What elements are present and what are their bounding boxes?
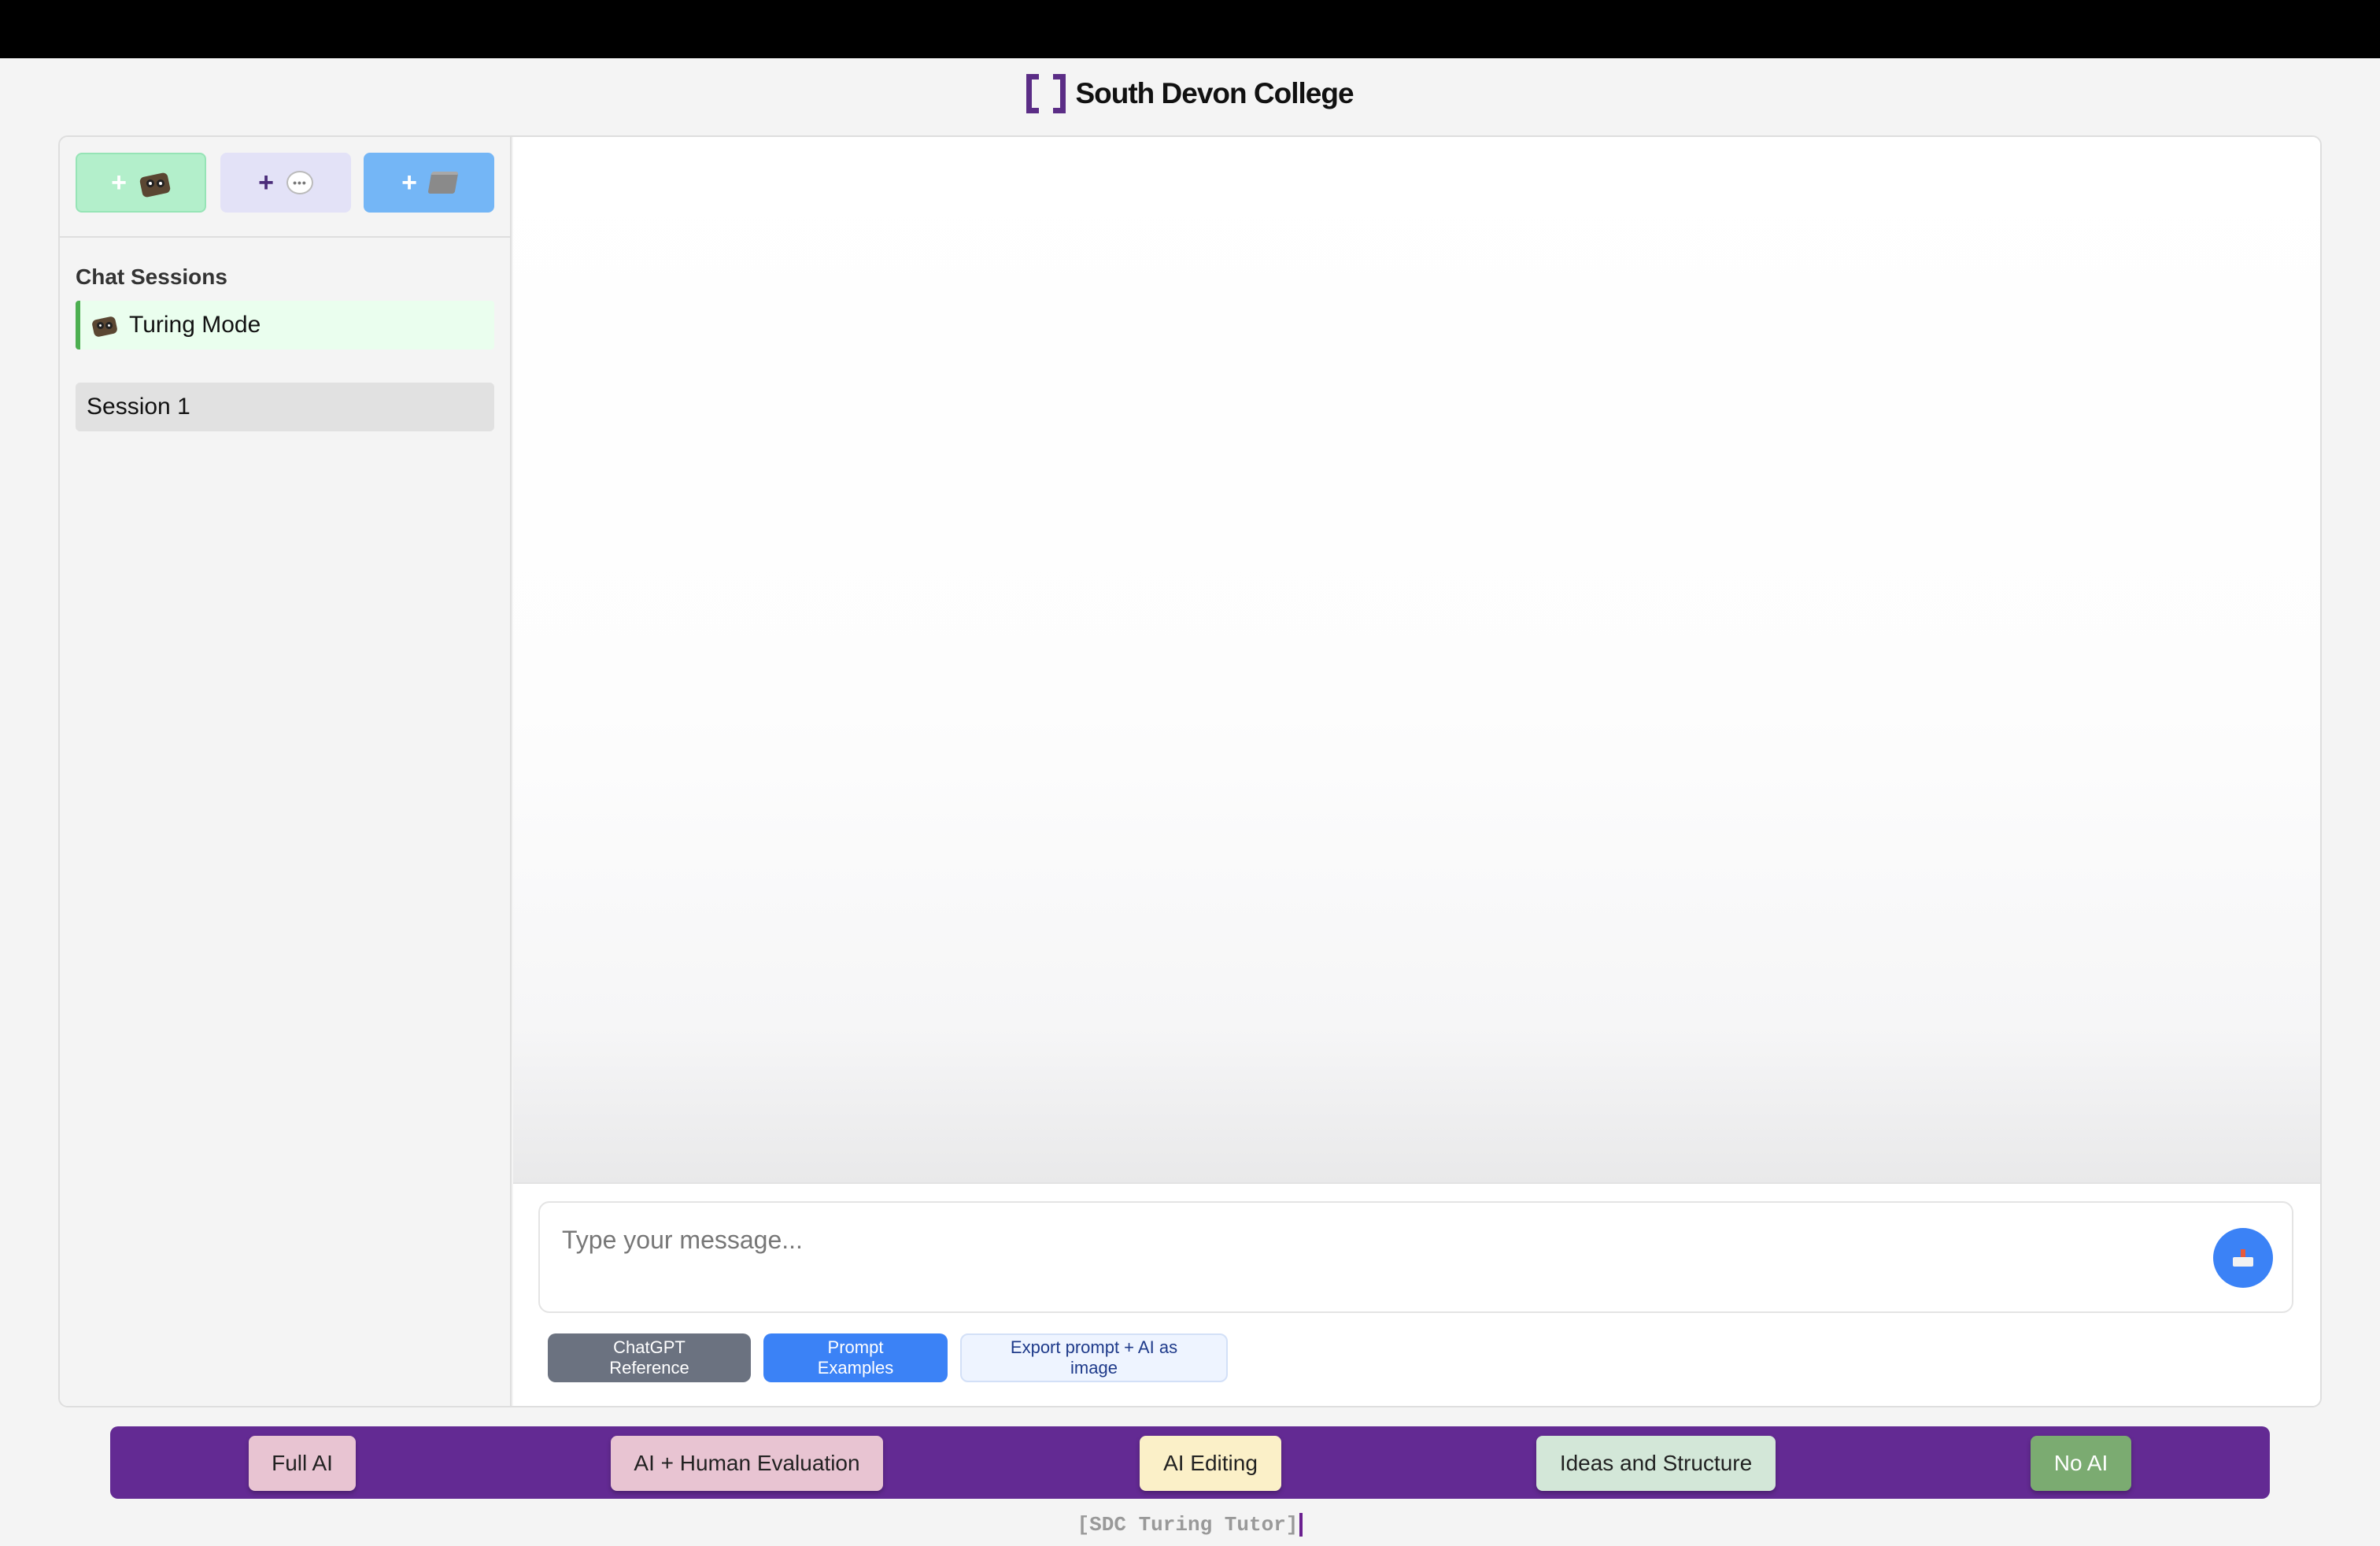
footer-text: [SDC Turing Tutor] [1077,1513,1299,1537]
mode-no-ai-button[interactable]: No AI [2031,1436,2131,1491]
app-container: + + ••• + Chat Sessions Turing Mode Sess… [58,135,2322,1407]
brand-name: South Devon College [1075,77,1354,109]
chat-sessions-heading: Chat Sessions [76,264,227,289]
footer: [SDC Turing Tutor] [0,1513,2380,1537]
college-logo-icon [1026,74,1066,113]
message-area [513,137,2320,1184]
prompt-examples-button[interactable]: Prompt Examples [763,1333,948,1382]
sidebar-item-label: Session 1 [87,394,190,420]
robot-icon [91,313,118,338]
mode-full-ai-button[interactable]: Full AI [249,1436,356,1491]
brand-header: South Devon College [0,71,2380,117]
chat-bubble-icon: ••• [286,171,313,194]
mode-ai-human-evaluation-button[interactable]: AI + Human Evaluation [611,1436,883,1491]
sidebar-item-turing-mode[interactable]: Turing Mode [76,301,494,350]
message-input-box [538,1201,2293,1313]
ai-mode-bar: Full AI AI + Human Evaluation AI Editing… [110,1426,2270,1499]
send-button[interactable] [2213,1228,2273,1288]
sidebar-item-session[interactable]: Session 1 [76,383,494,431]
robot-icon [139,168,172,198]
folder-icon [427,172,459,194]
new-turing-session-button[interactable]: + [76,153,206,213]
text-cursor [1299,1513,1303,1537]
window-top-bar [0,0,2380,58]
chatgpt-reference-button[interactable]: ChatGPT Reference [548,1333,751,1382]
new-session-toolbar: + + ••• + [60,137,510,238]
plus-icon: + [258,167,274,198]
plus-icon: + [111,167,127,198]
sidebar: + + ••• + Chat Sessions Turing Mode Sess… [60,137,512,1406]
message-input[interactable] [562,1222,2136,1258]
export-image-button[interactable]: Export prompt + AI as image [960,1333,1228,1382]
chat-tools: ChatGPT Reference Prompt Examples Export… [548,1333,1228,1382]
mode-ideas-structure-button[interactable]: Ideas and Structure [1536,1436,1776,1491]
sidebar-item-label: Turing Mode [129,312,261,338]
chat-main: ChatGPT Reference Prompt Examples Export… [513,137,2320,1406]
send-tray-icon [2233,1249,2253,1267]
mode-ai-editing-button[interactable]: AI Editing [1140,1436,1281,1491]
new-folder-button[interactable]: + [364,153,494,213]
plus-icon: + [401,167,417,198]
new-chat-session-button[interactable]: + ••• [220,153,351,213]
